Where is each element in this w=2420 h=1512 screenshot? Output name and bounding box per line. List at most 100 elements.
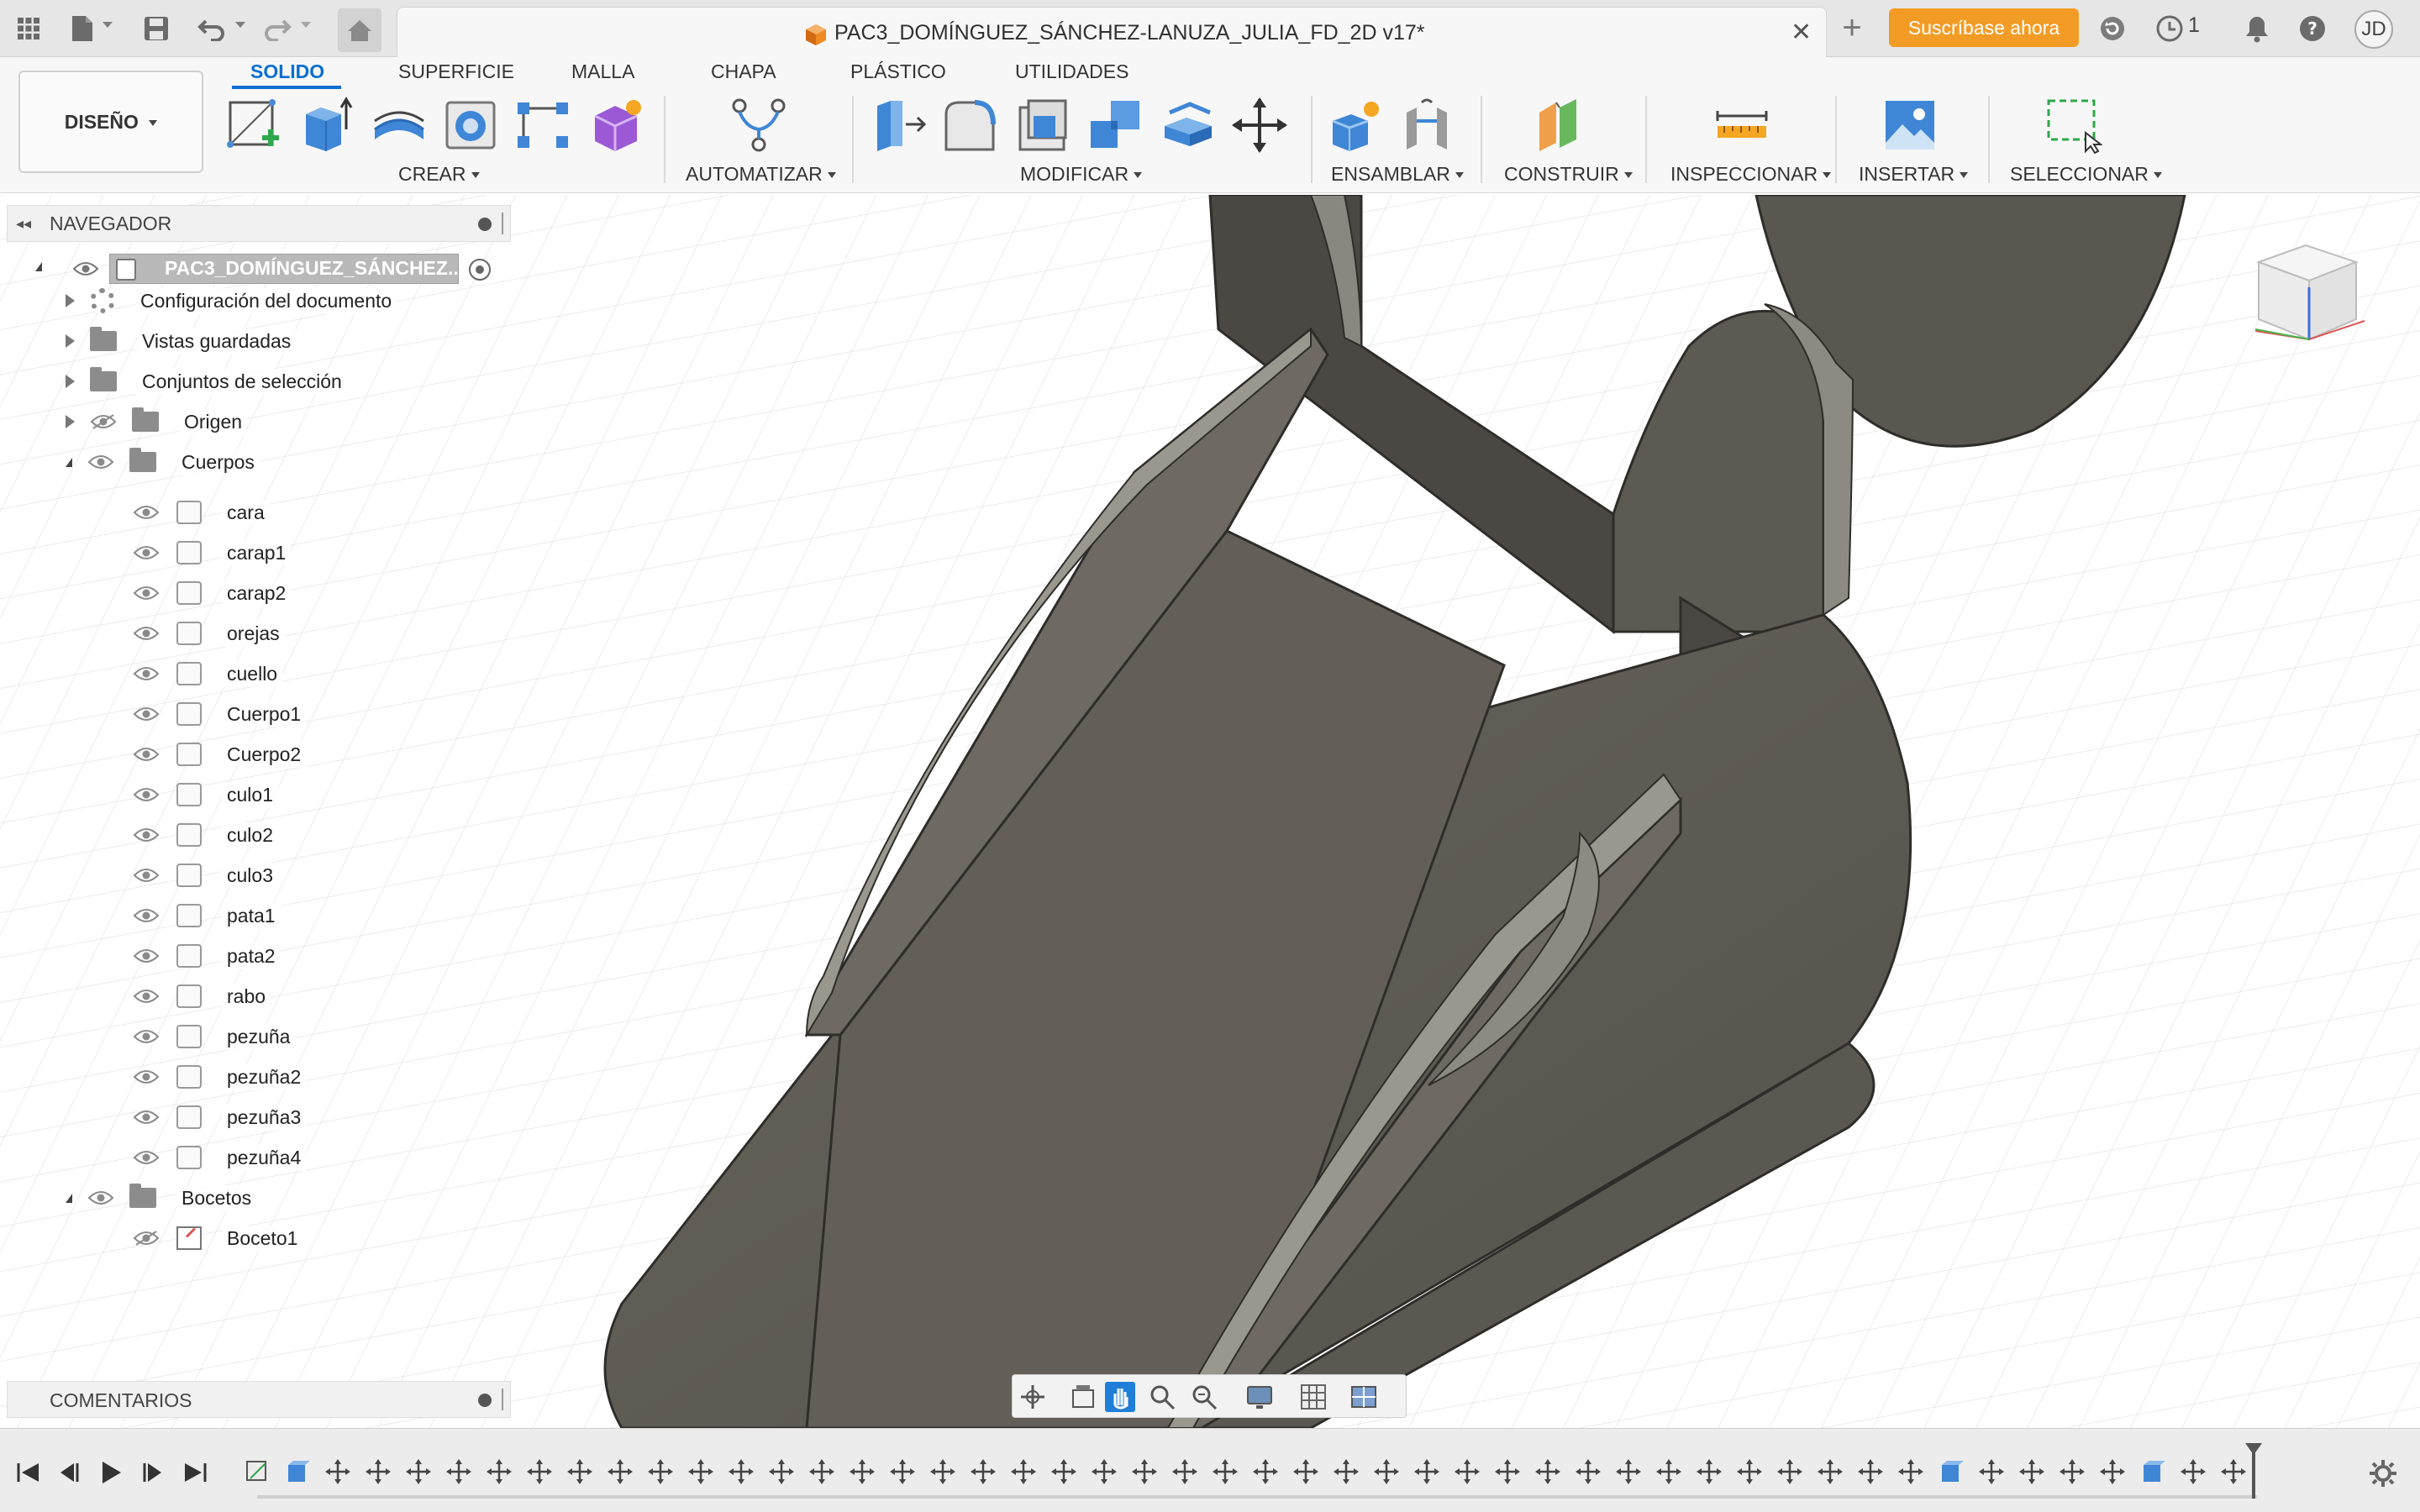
3d-viewport[interactable] bbox=[0, 193, 2420, 1430]
body-item[interactable]: pezuña2 bbox=[133, 1058, 307, 1095]
subscribe-button[interactable]: Suscríbase ahora bbox=[1889, 8, 2079, 47]
visibility-icon[interactable] bbox=[90, 413, 117, 430]
timeline-next-icon[interactable] bbox=[139, 1460, 166, 1485]
timeline-move-icon[interactable] bbox=[1615, 1458, 1642, 1485]
visibility-icon[interactable] bbox=[133, 948, 160, 964]
fit-icon[interactable] bbox=[1189, 1382, 1219, 1412]
measure-icon[interactable] bbox=[1712, 96, 1771, 155]
visibility-icon[interactable] bbox=[133, 1230, 160, 1247]
timeline-move-icon[interactable] bbox=[1897, 1458, 1924, 1485]
timeline-move-icon[interactable] bbox=[365, 1458, 392, 1485]
timeline-move-icon[interactable] bbox=[1292, 1458, 1319, 1485]
expand-toggle-icon[interactable] bbox=[66, 375, 75, 388]
browser-item[interactable]: Bocetos bbox=[66, 1179, 257, 1216]
user-avatar[interactable]: JD bbox=[2354, 10, 2393, 49]
visibility-icon[interactable] bbox=[87, 454, 114, 470]
expand-toggle-icon[interactable] bbox=[66, 415, 75, 428]
visibility-icon[interactable] bbox=[133, 544, 160, 561]
timeline-move-icon[interactable] bbox=[1534, 1458, 1561, 1485]
body-item[interactable]: culo3 bbox=[133, 857, 278, 894]
visibility-icon[interactable] bbox=[133, 706, 160, 722]
form-icon[interactable] bbox=[587, 96, 645, 155]
assemble-menu[interactable]: ENSAMBLAR bbox=[1331, 163, 1464, 186]
visibility-icon[interactable] bbox=[133, 504, 160, 521]
comments-panel[interactable]: COMENTARIOS bbox=[7, 1381, 511, 1418]
move-icon[interactable] bbox=[1230, 96, 1289, 155]
body-item[interactable]: pezuña4 bbox=[133, 1139, 307, 1176]
insert-image-icon[interactable] bbox=[1881, 96, 1939, 155]
jobs-count[interactable]: 1 bbox=[2188, 13, 2200, 38]
visibility-icon[interactable] bbox=[133, 625, 160, 642]
timeline-move-icon[interactable] bbox=[970, 1458, 997, 1485]
visibility-icon[interactable] bbox=[133, 1149, 160, 1166]
body-item[interactable]: rabo bbox=[133, 978, 271, 1015]
timeline-move-icon[interactable] bbox=[445, 1458, 472, 1485]
timeline-move-icon[interactable] bbox=[2018, 1458, 2045, 1485]
expand-toggle-icon[interactable] bbox=[66, 334, 75, 348]
visibility-icon[interactable] bbox=[133, 827, 160, 843]
timeline-move-icon[interactable] bbox=[405, 1458, 432, 1485]
visibility-icon[interactable] bbox=[133, 1028, 160, 1045]
document-tab[interactable]: PAC3_DOMÍNGUEZ_SÁNCHEZ-LANUZA_JULIA_FD_2… bbox=[397, 7, 1827, 57]
browser-item[interactable]: Configuración del documento bbox=[66, 282, 397, 319]
body-item[interactable]: culo1 bbox=[133, 776, 278, 813]
visibility-icon[interactable] bbox=[133, 1109, 160, 1126]
pan-icon[interactable] bbox=[1105, 1382, 1135, 1412]
tab-malla[interactable]: MALLA bbox=[571, 60, 634, 83]
timeline-move-icon[interactable] bbox=[566, 1458, 593, 1485]
expand-toggle-icon[interactable] bbox=[66, 457, 72, 467]
view-cube-icon[interactable] bbox=[2238, 237, 2386, 346]
revolve-icon[interactable] bbox=[370, 96, 429, 155]
look-at-icon[interactable] bbox=[1068, 1382, 1098, 1412]
expand-toggle-icon[interactable] bbox=[66, 1193, 72, 1203]
body-item[interactable]: carap1 bbox=[133, 534, 292, 571]
workspace-dropdown[interactable]: DISEÑO bbox=[18, 71, 203, 173]
add-comment-icon[interactable] bbox=[478, 1394, 492, 1407]
timeline-move-icon[interactable] bbox=[808, 1458, 835, 1485]
timeline-move-icon[interactable] bbox=[526, 1458, 553, 1485]
comments-pin-icon[interactable] bbox=[502, 1389, 503, 1410]
clock-icon[interactable] bbox=[2153, 12, 2186, 45]
home-icon[interactable] bbox=[338, 8, 381, 52]
model-canvas[interactable] bbox=[0, 193, 2420, 1430]
tab-plastico[interactable]: PLÁSTICO bbox=[850, 60, 946, 83]
close-tab-icon[interactable]: ✕ bbox=[1791, 18, 1812, 47]
orbit-icon[interactable] bbox=[1018, 1382, 1048, 1412]
timeline-move-icon[interactable] bbox=[1212, 1458, 1239, 1485]
timeline-move-icon[interactable] bbox=[768, 1458, 795, 1485]
grid-settings-icon[interactable] bbox=[1298, 1382, 1328, 1412]
modify-menu[interactable]: MODIFICAR bbox=[1020, 163, 1143, 186]
visibility-icon[interactable] bbox=[133, 665, 160, 682]
redo-icon[interactable] bbox=[260, 12, 294, 45]
display-settings-icon[interactable] bbox=[1244, 1382, 1275, 1412]
timeline-move-icon[interactable] bbox=[1978, 1458, 2005, 1485]
pattern-icon[interactable] bbox=[514, 96, 573, 155]
expand-toggle-icon[interactable] bbox=[66, 294, 75, 307]
construct-menu[interactable]: CONSTRUIR bbox=[1504, 163, 1633, 186]
browser-item[interactable]: Origen bbox=[66, 403, 248, 440]
visibility-icon[interactable] bbox=[87, 1189, 114, 1206]
grid-menu-icon[interactable] bbox=[12, 12, 45, 45]
root-expand-icon[interactable] bbox=[35, 262, 42, 271]
file-menu-caret[interactable] bbox=[103, 22, 113, 28]
root-visibility-icon[interactable] bbox=[72, 260, 99, 277]
minimize-panel-icon[interactable] bbox=[478, 218, 492, 231]
timeline-body-icon[interactable] bbox=[2139, 1458, 2166, 1485]
timeline-move-icon[interactable] bbox=[607, 1458, 634, 1485]
timeline-move-icon[interactable] bbox=[1454, 1458, 1481, 1485]
combine-icon[interactable] bbox=[1086, 96, 1144, 155]
timeline-move-icon[interactable] bbox=[1050, 1458, 1077, 1485]
timeline-end-icon[interactable] bbox=[182, 1460, 208, 1485]
body-item[interactable]: pata2 bbox=[133, 937, 281, 974]
create-menu[interactable]: CREAR bbox=[398, 163, 480, 186]
undo-icon[interactable] bbox=[195, 12, 229, 45]
sketch-item[interactable]: Boceto1 bbox=[133, 1220, 303, 1257]
visibility-icon[interactable] bbox=[133, 988, 160, 1005]
timeline-move-icon[interactable] bbox=[1171, 1458, 1198, 1485]
timeline-body-icon[interactable] bbox=[284, 1458, 311, 1485]
undo-caret[interactable] bbox=[235, 22, 245, 28]
redo-caret[interactable] bbox=[301, 22, 311, 28]
body-item[interactable]: pezuña3 bbox=[133, 1099, 307, 1136]
timeline-move-icon[interactable] bbox=[1817, 1458, 1844, 1485]
sweep-icon[interactable] bbox=[442, 96, 501, 155]
